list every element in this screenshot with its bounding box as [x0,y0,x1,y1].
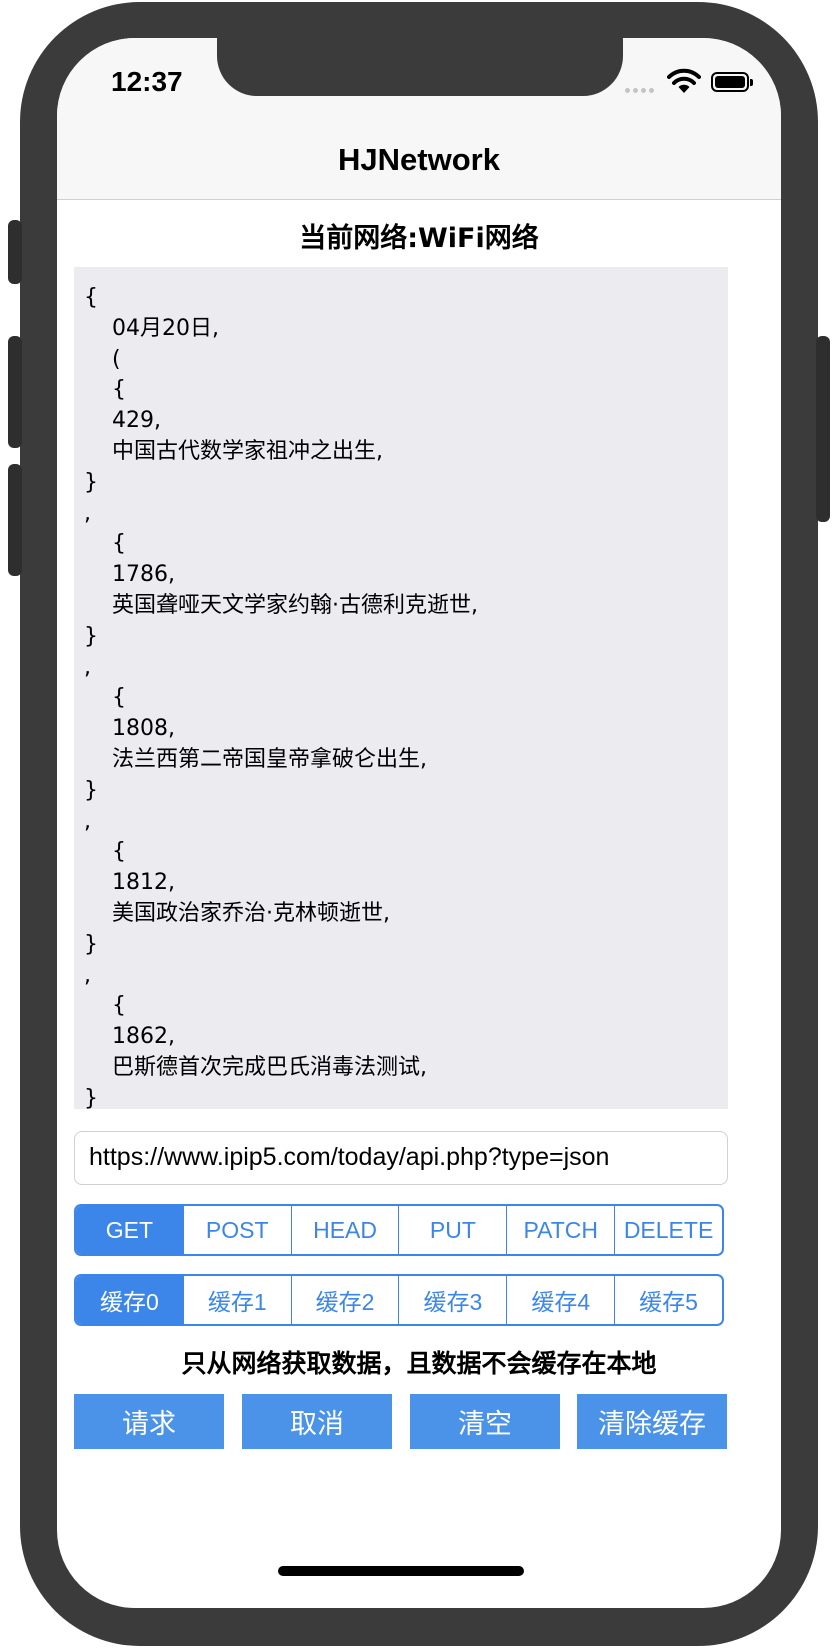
method-head-segment[interactable]: HEAD [292,1206,400,1254]
cellular-signal-icon [625,88,663,94]
method-segmented-control: GET POST HEAD PUT PATCH DELETE [74,1204,724,1256]
status-time: 12:37 [111,66,183,97]
url-input[interactable]: https://www.ipip5.com/today/api.php?type… [74,1131,728,1185]
power-button [816,336,830,522]
method-post-segment[interactable]: POST [184,1206,292,1254]
method-put-segment[interactable]: PUT [399,1206,508,1254]
battery-icon [711,72,753,92]
url-input-value: https://www.ipip5.com/today/api.php?type… [89,1143,610,1171]
cache-description-label: 只从网络获取数据，且数据不会缓存在本地 [181,1349,657,1378]
method-patch-segment[interactable]: PATCH [507,1206,616,1254]
method-delete-segment[interactable]: DELETE [615,1206,722,1254]
network-status-label: 当前网络:WiFi网络 [299,223,539,254]
cache5-segment[interactable]: 缓存5 [615,1276,722,1324]
wifi-icon [667,68,701,93]
cache0-segment[interactable]: 缓存0 [76,1276,184,1324]
cache-segmented-control: 缓存0 缓存1 缓存2 缓存3 缓存4 缓存5 [74,1274,724,1326]
cache4-segment[interactable]: 缓存4 [507,1276,616,1324]
mute-switch [8,220,22,284]
volume-down-button [8,464,22,576]
screen: 12:37 HJNetwork 当前网络:WiFi网络 { 04月20日, ( … [57,38,781,1608]
request-button[interactable]: 请求 [74,1394,224,1449]
method-get-segment[interactable]: GET [76,1206,184,1254]
cache2-segment[interactable]: 缓存2 [292,1276,400,1324]
clear-cache-button[interactable]: 清除缓存 [577,1394,727,1449]
notch [217,38,623,96]
clear-button[interactable]: 清空 [410,1394,560,1449]
page-title: HJNetwork [338,142,500,177]
cancel-button[interactable]: 取消 [242,1394,392,1449]
volume-up-button [8,336,22,448]
response-text: { 04月20日, ( { 429, 中国古代数学家祖冲之出生, } , { 1… [84,285,478,1109]
navigation-bar: HJNetwork [57,122,781,200]
cache1-segment[interactable]: 缓存1 [184,1276,292,1324]
response-text-view[interactable]: { 04月20日, ( { 429, 中国古代数学家祖冲之出生, } , { 1… [74,267,728,1109]
home-indicator[interactable] [278,1566,524,1576]
cache3-segment[interactable]: 缓存3 [399,1276,508,1324]
